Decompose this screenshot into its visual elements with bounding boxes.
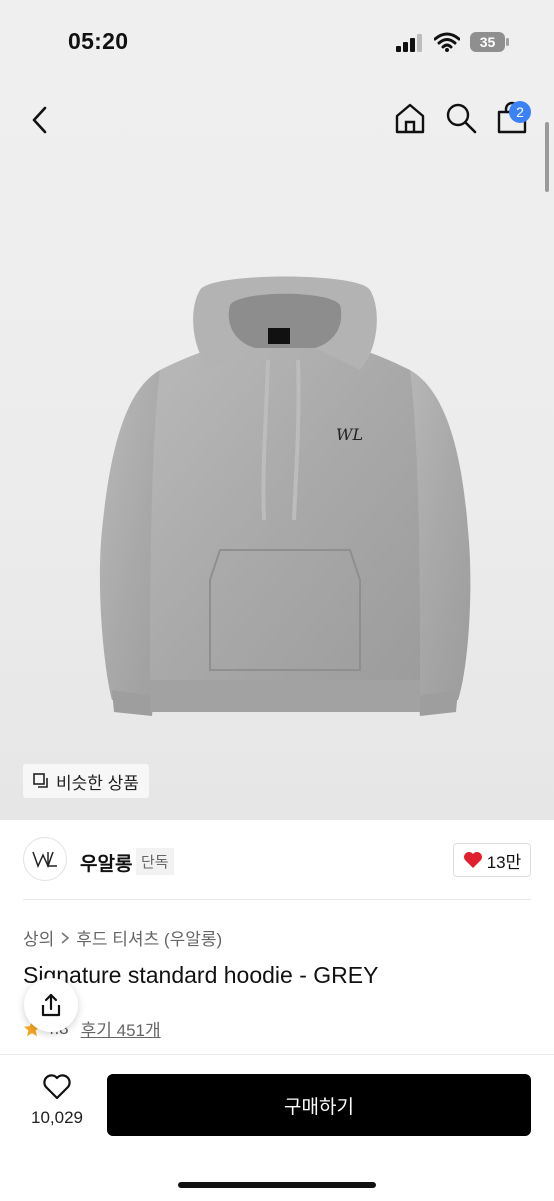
exclusive-badge: 단독 — [136, 848, 174, 875]
breadcrumb-item-category[interactable]: 후드 티셔츠 (우알롱) — [76, 925, 222, 950]
breadcrumb: 상의 후드 티셔츠 (우알롱) — [23, 925, 222, 950]
status-time: 05:20 — [68, 28, 129, 54]
cellular-signal-icon — [396, 34, 422, 52]
heart-outline-icon — [43, 1074, 71, 1100]
wishlist-button[interactable]: 10,029 — [22, 1073, 92, 1128]
similar-products-label: 비슷한 상품 — [56, 773, 139, 793]
battery-level: 35 — [480, 34, 496, 50]
share-icon — [41, 993, 61, 1017]
brand-logo[interactable] — [23, 837, 67, 881]
heart-icon — [463, 852, 482, 868]
home-indicator[interactable] — [178, 1182, 376, 1188]
brand-logo-mark — [32, 851, 57, 868]
brand-like-count: 13만 — [486, 852, 522, 872]
svg-text:WL: WL — [336, 425, 363, 444]
brand-row: 우알롱 단독 13만 — [0, 834, 554, 888]
search-icon[interactable] — [443, 100, 479, 136]
status-bar: 05:20 35 — [0, 0, 554, 84]
brand-like-button[interactable]: 13만 — [453, 843, 531, 877]
breadcrumb-item-top[interactable]: 상의 — [23, 925, 54, 950]
product-image[interactable]: WL — [90, 270, 480, 730]
share-button[interactable] — [24, 978, 78, 1032]
home-icon[interactable] — [392, 100, 428, 136]
divider — [23, 899, 531, 900]
reviews-link[interactable]: 후기 451개 — [81, 1016, 161, 1041]
brand-name[interactable]: 우알롱 — [80, 849, 132, 876]
back-icon[interactable] — [26, 104, 54, 136]
cart-count-badge: 2 — [509, 101, 531, 123]
wishlist-count: 10,029 — [31, 1108, 83, 1127]
battery-icon: 35 — [470, 32, 509, 52]
wifi-icon — [434, 32, 460, 52]
chevron-right-icon — [61, 931, 70, 944]
buy-button[interactable]: 구매하기 — [107, 1074, 531, 1136]
similar-products-icon — [33, 773, 48, 788]
similar-products-button[interactable]: 비슷한 상품 — [23, 764, 149, 798]
bottom-purchase-bar: 10,029 구매하기 — [0, 1054, 554, 1201]
scrollbar[interactable] — [545, 122, 549, 192]
product-title: Signature standard hoodie - GREY — [23, 962, 379, 988]
